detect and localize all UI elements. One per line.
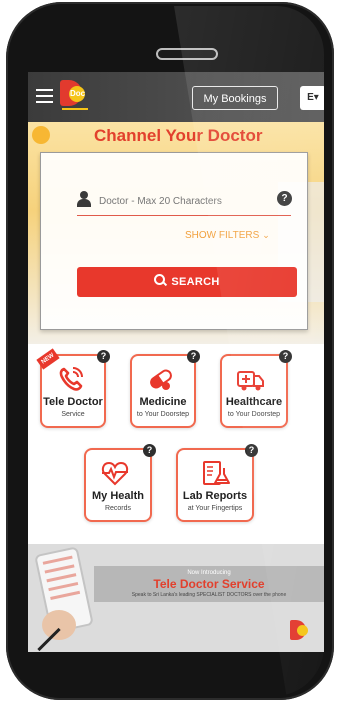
search-button[interactable]: SEARCH [77,267,297,297]
help-icon[interactable]: ? [143,444,156,457]
service-tile-my-health[interactable]: ? My Health Records [84,444,156,522]
service-title: My Health [92,490,144,502]
language-selector[interactable]: E▾ [300,86,324,110]
banner-hand-illustration [42,610,76,640]
banner-strip: Now Introducing Tele Doctor Service Spea… [94,566,324,602]
service-tile-tele-doctor[interactable]: NEW ? Tele Doctor Service [36,348,110,428]
search-card: ? SHOW FILTERS⌄ SEARCH [40,152,308,330]
phone-icon [59,367,83,391]
pill-icon [150,369,172,390]
banner-doc-logo [290,620,312,644]
help-icon[interactable]: ? [187,350,200,363]
banner-subtext: Speak to Sri Lanka's leading SPECIALIST … [131,592,287,598]
help-icon[interactable]: ? [245,444,258,457]
top-bar: Doc My Bookings E▾ [28,72,324,122]
banner-kicker: Now Introducing [187,570,231,576]
service-title: Medicine [139,396,187,408]
phone-frame: Doc My Bookings E▾ Channel Your Doctor ?… [6,2,334,700]
service-tile-healthcare[interactable]: ? Healthcare to Your Doorstep [220,350,292,428]
logo-text: Doc [70,89,86,98]
decorative-circle [32,126,50,144]
hamburger-menu-icon[interactable] [36,89,53,103]
service-title: Tele Doctor [43,396,103,408]
service-subtitle: to Your Doorstep [136,411,190,418]
help-icon[interactable]: ? [279,350,292,363]
service-title: Lab Reports [182,490,248,502]
help-icon[interactable]: ? [97,350,110,363]
lab-flask-icon [203,461,230,485]
service-tile-medicine[interactable]: ? Medicine to Your Doorstep [130,350,200,428]
service-subtitle: Records [104,505,132,512]
input-underline [77,215,291,216]
search-icon [154,274,166,285]
doctor-icon [77,191,91,207]
show-filters-link[interactable]: SHOW FILTERS ⌄ [185,230,270,241]
app-screen: Doc My Bookings E▾ Channel Your Doctor ?… [28,72,324,652]
doc-logo[interactable]: Doc [60,80,94,114]
ambulance-icon [237,371,264,391]
services-grid: NEW ? Tele Doctor Service ? Medicine to … [28,344,324,544]
service-subtitle: Service [61,411,85,418]
heartbeat-icon [101,461,129,486]
help-icon[interactable]: ? [277,191,292,206]
service-subtitle: at Your Fingertips [187,505,243,512]
show-filters-label: SHOW FILTERS [185,230,260,241]
doctor-search-input[interactable] [99,191,265,211]
service-subtitle: to Your Doorstep [227,411,281,418]
tele-doctor-banner[interactable]: Now Introducing Tele Doctor Service Spea… [28,544,324,652]
hero-section: Channel Your Doctor ? SHOW FILTERS⌄ SEAR… [28,122,324,344]
my-bookings-button[interactable]: My Bookings [192,86,278,110]
service-title: Healthcare [225,396,283,408]
phone-speaker [156,48,218,60]
page-title: Channel Your Doctor [94,126,263,145]
search-button-label: SEARCH [171,276,220,288]
service-tile-lab-reports[interactable]: ? Lab Reports at Your Fingertips [176,444,258,522]
chevron-down-icon: ⌄ [262,230,270,240]
banner-title: Tele Doctor Service [153,577,265,591]
